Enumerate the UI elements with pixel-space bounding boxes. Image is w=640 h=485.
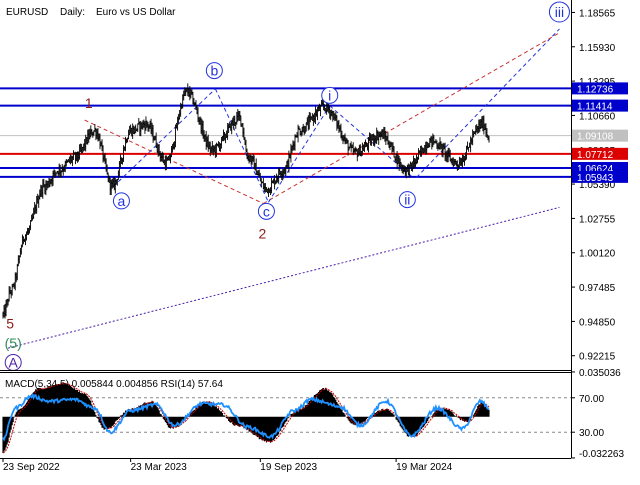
sub-tick-label-1: 70.00 bbox=[579, 394, 604, 405]
chart-svg: 125(5)Aabciiiiii 1.185651.159301.132951.… bbox=[0, 0, 640, 480]
y-tick-label-1: 1.15930 bbox=[579, 43, 616, 54]
wave-label-5: a bbox=[118, 193, 126, 209]
x-tick-label-1: 23 Mar 2023 bbox=[131, 462, 188, 473]
level-tag-2: 1.09108 bbox=[577, 132, 614, 143]
wave-label-6: b bbox=[210, 63, 218, 79]
wave-label-4: A bbox=[9, 354, 19, 370]
wave-label-1: 2 bbox=[258, 225, 266, 241]
level-tag-5: 1.05943 bbox=[577, 173, 614, 184]
chart-root: 125(5)Aabciiiiii 1.185651.159301.132951.… bbox=[0, 0, 640, 480]
wave-label-2: 5 bbox=[6, 315, 14, 331]
y-tick-label-10: 0.92215 bbox=[579, 352, 616, 363]
y-tick-label-6: 1.02755 bbox=[579, 214, 616, 225]
y-tick-label-7: 1.00120 bbox=[579, 249, 616, 260]
level-tag-3: 1.07712 bbox=[577, 150, 614, 161]
wave-label-8: i bbox=[328, 87, 331, 103]
y-tick-label-3: 1.10660 bbox=[579, 111, 616, 122]
indicator-title: MACD(5,34,5) 0.005844 0.004856 RSI(14) 5… bbox=[5, 379, 223, 390]
y-tick-label-0: 1.18565 bbox=[579, 8, 616, 19]
wave-label-3: (5) bbox=[5, 335, 22, 351]
symbol-label: EURUSD bbox=[6, 7, 48, 18]
sub-tick-label-3: -0.032263 bbox=[579, 449, 624, 460]
wave-label-0: 1 bbox=[85, 95, 93, 111]
y-tick-label-9: 0.94850 bbox=[579, 317, 616, 328]
wave-label-9: ii bbox=[404, 192, 410, 208]
x-tick-label-3: 19 Mar 2024 bbox=[396, 462, 453, 473]
description-label: Euro vs US Dollar bbox=[96, 7, 176, 18]
x-tick-label-0: 23 Sep 2022 bbox=[3, 462, 60, 473]
x-tick-label-2: 19 Sep 2023 bbox=[260, 462, 317, 473]
y-tick-label-8: 0.97485 bbox=[579, 283, 616, 294]
sub-tick-label-0: 0.035036 bbox=[579, 368, 621, 379]
wave-label-10: iii bbox=[555, 4, 564, 20]
sub-tick-label-2: 30.00 bbox=[579, 428, 604, 439]
timeframe-label: Daily: bbox=[60, 7, 85, 18]
wave-label-7: c bbox=[263, 203, 270, 219]
level-tag-1: 1.11414 bbox=[577, 102, 613, 113]
level-tag-0: 1.12736 bbox=[577, 84, 614, 95]
